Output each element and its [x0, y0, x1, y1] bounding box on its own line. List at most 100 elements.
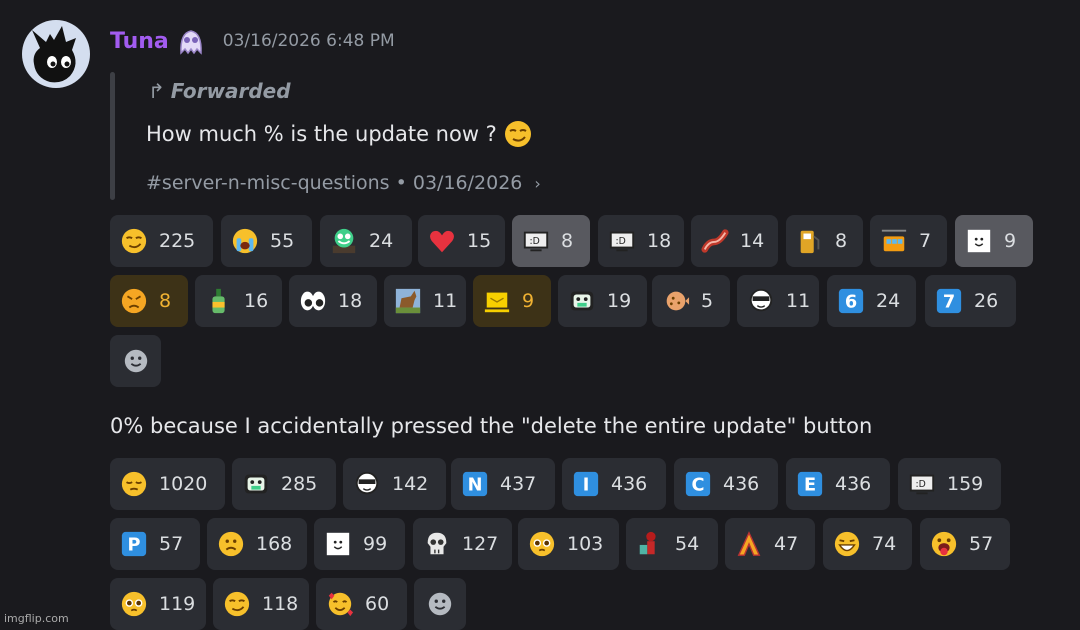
reaction-pill[interactable]: 7 [870, 215, 947, 267]
user-avatar[interactable] [22, 20, 90, 88]
reaction-pill[interactable]: 54 [626, 518, 718, 570]
reaction-count: 19 [607, 290, 632, 312]
reaction-pill[interactable]: 9 [955, 215, 1033, 267]
aerial-tramway-emoji-icon [879, 226, 909, 256]
reaction-pill[interactable]: I 436 [562, 458, 666, 510]
reaction-pill[interactable]: 6 24 [827, 275, 916, 327]
reaction-pill[interactable]: 60 [316, 578, 407, 630]
custom-masked-face-emoji-icon [241, 469, 271, 499]
reaction-pill[interactable]: 7 26 [925, 275, 1016, 327]
forwarded-source-link[interactable]: #server-n-misc-questions • 03/16/2026 › [146, 168, 541, 198]
reaction-pill[interactable]: 14 [691, 215, 778, 267]
reaction-count: 60 [365, 593, 390, 615]
add-reaction-icon [121, 346, 151, 376]
reaction-count: 168 [256, 533, 293, 555]
reaction-pill[interactable]: :D 159 [898, 458, 1001, 510]
reaction-pill[interactable]: 55 [221, 215, 312, 267]
svg-text::D: :D [915, 479, 925, 490]
reaction-pill[interactable]: 74 [823, 518, 912, 570]
ghost-badge-icon [175, 26, 207, 56]
reaction-pill[interactable]: 8 [110, 275, 188, 327]
reaction-pill[interactable]: :D 18 [598, 215, 684, 267]
reaction-pill[interactable]: 168 [207, 518, 307, 570]
reaction-count: 47 [774, 533, 799, 555]
forward-arrow-icon: ↱ [148, 79, 165, 103]
reaction-pill[interactable]: 24 [320, 215, 412, 267]
reaction-count: 9 [522, 290, 535, 312]
reaction-count: 11 [433, 290, 458, 312]
fuel-pump-emoji-icon [795, 226, 825, 256]
reaction-count: 142 [392, 473, 429, 495]
keycap-label: P [128, 536, 141, 556]
reaction-pill[interactable]: 47 [725, 518, 815, 570]
forwarded-message: How much % is the update now ? [146, 116, 533, 152]
letter-n-emoji-icon: N [460, 469, 490, 499]
reaction-pill[interactable]: 57 [920, 518, 1010, 570]
reaction-count: 436 [723, 473, 760, 495]
reaction-count: 225 [159, 230, 196, 252]
add-reaction-button[interactable] [414, 578, 466, 630]
reaction-pill[interactable]: P 57 [110, 518, 200, 570]
custom-white-ghost-emoji-icon [323, 529, 353, 559]
reaction-pill[interactable]: 118 [213, 578, 309, 630]
custom-sunglasses-face-emoji-icon [746, 286, 776, 316]
reaction-count: 436 [611, 473, 648, 495]
red-heart-emoji-icon [427, 226, 457, 256]
custom-tv-emoji-icon: :D [907, 469, 937, 499]
custom-sunglasses-face-emoji-icon [352, 469, 382, 499]
custom-red-figure-emoji-icon [635, 529, 665, 559]
reaction-pill[interactable]: 11 [737, 275, 819, 327]
letter-i-emoji-icon: I [571, 469, 601, 499]
custom-green-face-emoji-icon [329, 226, 359, 256]
message-content: 0% because I accidentally pressed the "d… [110, 408, 872, 444]
reaction-count: 8 [835, 230, 848, 252]
angry-face-emoji-icon [119, 286, 149, 316]
reaction-pill[interactable]: 8 [786, 215, 863, 267]
forwarded-source-text: #server-n-misc-questions • 03/16/2026 [146, 172, 523, 194]
reaction-pill[interactable]: 15 [418, 215, 505, 267]
keycap-label: N [468, 476, 483, 496]
custom-tv-emoji-icon: :D [607, 226, 637, 256]
reaction-pill[interactable]: 127 [413, 518, 512, 570]
reaction-pill[interactable]: :D 8 [512, 215, 590, 267]
reaction-pill[interactable]: 9 [473, 275, 551, 327]
reaction-pill[interactable]: 99 [314, 518, 405, 570]
keycap-7-emoji-icon: 7 [934, 286, 964, 316]
reaction-pill[interactable]: 19 [558, 275, 647, 327]
eyes-emoji-icon [298, 286, 328, 316]
reaction-pill[interactable]: 11 [384, 275, 466, 327]
custom-laughing-face-emoji-icon [832, 529, 862, 559]
letter-p-emoji-icon: P [119, 529, 149, 559]
reaction-pill[interactable]: E 436 [786, 458, 890, 510]
reaction-count: 1020 [159, 473, 208, 495]
custom-green-bottle-emoji-icon [204, 286, 234, 316]
keycap-label: 7 [943, 293, 955, 313]
reaction-pill[interactable]: 16 [195, 275, 282, 327]
reaction-pill[interactable]: N 437 [451, 458, 555, 510]
reaction-pill[interactable]: 119 [110, 578, 206, 630]
reaction-pill[interactable]: 142 [343, 458, 446, 510]
reaction-count: 127 [462, 533, 499, 555]
reaction-pill[interactable]: C 436 [674, 458, 778, 510]
message-content-text: 0% because I accidentally pressed the "d… [110, 414, 873, 438]
reaction-pill[interactable]: 103 [518, 518, 619, 570]
loudly-crying-emoji-icon [230, 226, 260, 256]
add-reaction-button[interactable] [110, 335, 161, 387]
horse-emoji-icon [393, 286, 423, 316]
reaction-count: 15 [467, 230, 492, 252]
reaction-pill[interactable]: 225 [110, 215, 213, 267]
reaction-pill[interactable]: 5 [652, 275, 730, 327]
reaction-count: 18 [338, 290, 363, 312]
reaction-pill[interactable]: 1020 [110, 458, 225, 510]
reaction-count: 57 [969, 533, 994, 555]
smirk-emoji-icon [503, 119, 533, 149]
custom-tv-emoji-icon: :D [521, 226, 551, 256]
keycap-6-emoji-icon: 6 [836, 286, 866, 316]
reaction-pill[interactable]: 285 [232, 458, 336, 510]
reaction-pill[interactable]: 18 [289, 275, 377, 327]
pleading-face-emoji-icon [119, 589, 149, 619]
username[interactable]: Tuna [110, 29, 169, 54]
svg-text::D: :D [529, 236, 539, 247]
reaction-count: 99 [363, 533, 388, 555]
reaction-count: 54 [675, 533, 700, 555]
